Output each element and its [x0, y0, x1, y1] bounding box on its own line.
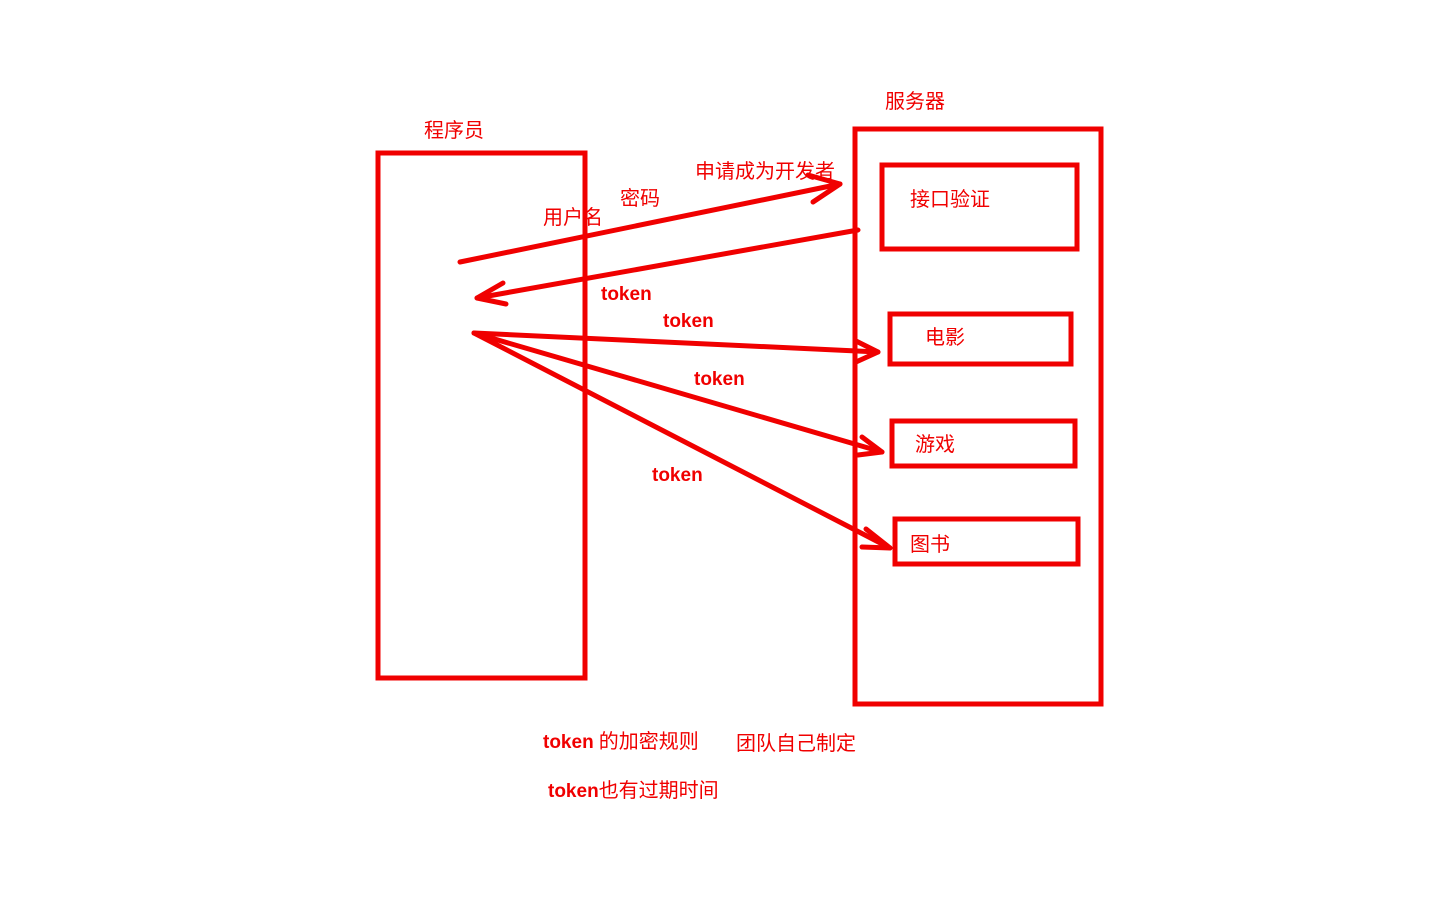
- expiry-text: 也有过期时间: [598, 778, 719, 802]
- expiry-note: token也有过期时间: [548, 780, 719, 801]
- movie-module-label: 电影: [925, 325, 965, 349]
- server-title: 服务器: [885, 89, 945, 113]
- game-module-label: 游戏: [915, 432, 955, 456]
- programmer-title: 程序员: [424, 118, 484, 142]
- username-label: 用户名: [543, 205, 603, 229]
- team-rule-note: 团队自己制定: [736, 731, 856, 755]
- token-movie-arrow: [471, 330, 881, 365]
- expiry-token: token: [548, 781, 599, 802]
- token-return-label: token: [601, 284, 652, 305]
- password-label: 密码: [620, 186, 660, 210]
- token-return-arrow: [474, 227, 861, 307]
- server-box: [852, 126, 1104, 707]
- token-movie-label: token: [663, 311, 714, 332]
- diagram-canvas: [375, 126, 1104, 707]
- encryption-rule-note: token 的加密规则: [543, 731, 699, 752]
- encryption-rule-text: 的加密规则: [598, 729, 699, 753]
- encryption-rule-token: token: [543, 732, 594, 753]
- auth-module-label: 接口验证: [910, 187, 990, 211]
- book-module-label: 图书: [910, 532, 950, 556]
- programmer-box: [375, 150, 588, 681]
- token-game-label: token: [694, 369, 745, 390]
- movie-module-box: [887, 311, 1074, 367]
- token-book-label: token: [652, 465, 703, 486]
- apply-label: 申请成为开发者: [695, 159, 835, 183]
- token-book-arrow: [471, 330, 893, 551]
